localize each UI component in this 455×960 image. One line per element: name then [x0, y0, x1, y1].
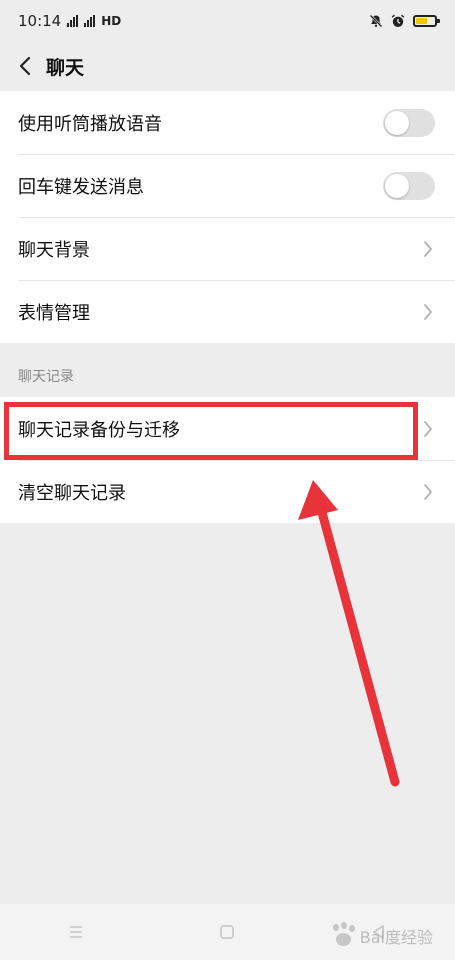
chevron-right-icon	[423, 240, 433, 258]
battery-fill	[416, 18, 427, 24]
signal-icon-2	[84, 15, 96, 27]
setting-sticker-management[interactable]: 表情管理	[0, 280, 455, 343]
chevron-right-icon	[423, 420, 433, 438]
menu-icon	[69, 926, 82, 938]
alarm-clock-icon	[391, 14, 405, 27]
setting-clear-chat-history[interactable]: 清空聊天记录	[0, 460, 455, 523]
nav-menu-button[interactable]	[56, 912, 96, 952]
back-icon	[373, 925, 384, 939]
setting-chat-background[interactable]: 聊天背景	[0, 217, 455, 280]
enter-send-toggle[interactable]	[383, 171, 435, 200]
status-left: 10:14 HD	[18, 12, 121, 30]
nav-back-button[interactable]	[359, 912, 399, 952]
setting-label: 使用听筒播放语音	[18, 113, 162, 135]
setting-label: 聊天背景	[18, 239, 90, 261]
home-icon	[220, 925, 235, 939]
chevron-left-icon	[19, 56, 31, 76]
setting-enter-to-send[interactable]: 回车键发送消息	[0, 154, 455, 217]
earpiece-toggle[interactable]	[383, 108, 435, 137]
status-right	[369, 14, 440, 28]
back-button[interactable]	[14, 51, 36, 81]
settings-group-general: 使用听筒播放语音 回车键发送消息 聊天背景 表情管理	[0, 91, 455, 343]
setting-earpiece-playback[interactable]: 使用听筒播放语音	[0, 91, 455, 154]
network-type: HD	[101, 14, 122, 28]
title-bar: 聊天	[0, 42, 455, 90]
toggle-knob	[385, 173, 409, 198]
nav-home-button[interactable]	[207, 912, 247, 952]
status-bar: 10:14 HD	[0, 0, 455, 42]
setting-label: 聊天记录备份与迁移	[18, 419, 180, 441]
system-nav-bar	[0, 904, 455, 960]
setting-backup-and-migrate[interactable]: 聊天记录备份与迁移	[0, 397, 455, 460]
toggle-knob	[385, 110, 409, 135]
setting-label: 回车键发送消息	[18, 176, 144, 198]
setting-label: 清空聊天记录	[18, 482, 126, 504]
section-header-chat-history: 聊天记录	[18, 369, 74, 385]
battery-icon	[413, 15, 440, 27]
chevron-right-icon	[423, 483, 433, 501]
status-time: 10:14	[18, 12, 62, 30]
mute-bell-icon	[369, 14, 383, 28]
chevron-right-icon	[423, 303, 433, 321]
signal-icon	[67, 15, 79, 27]
page-title: 聊天	[46, 56, 85, 79]
settings-group-chat-history: 聊天记录备份与迁移 清空聊天记录	[0, 397, 455, 523]
setting-label: 表情管理	[18, 302, 90, 324]
